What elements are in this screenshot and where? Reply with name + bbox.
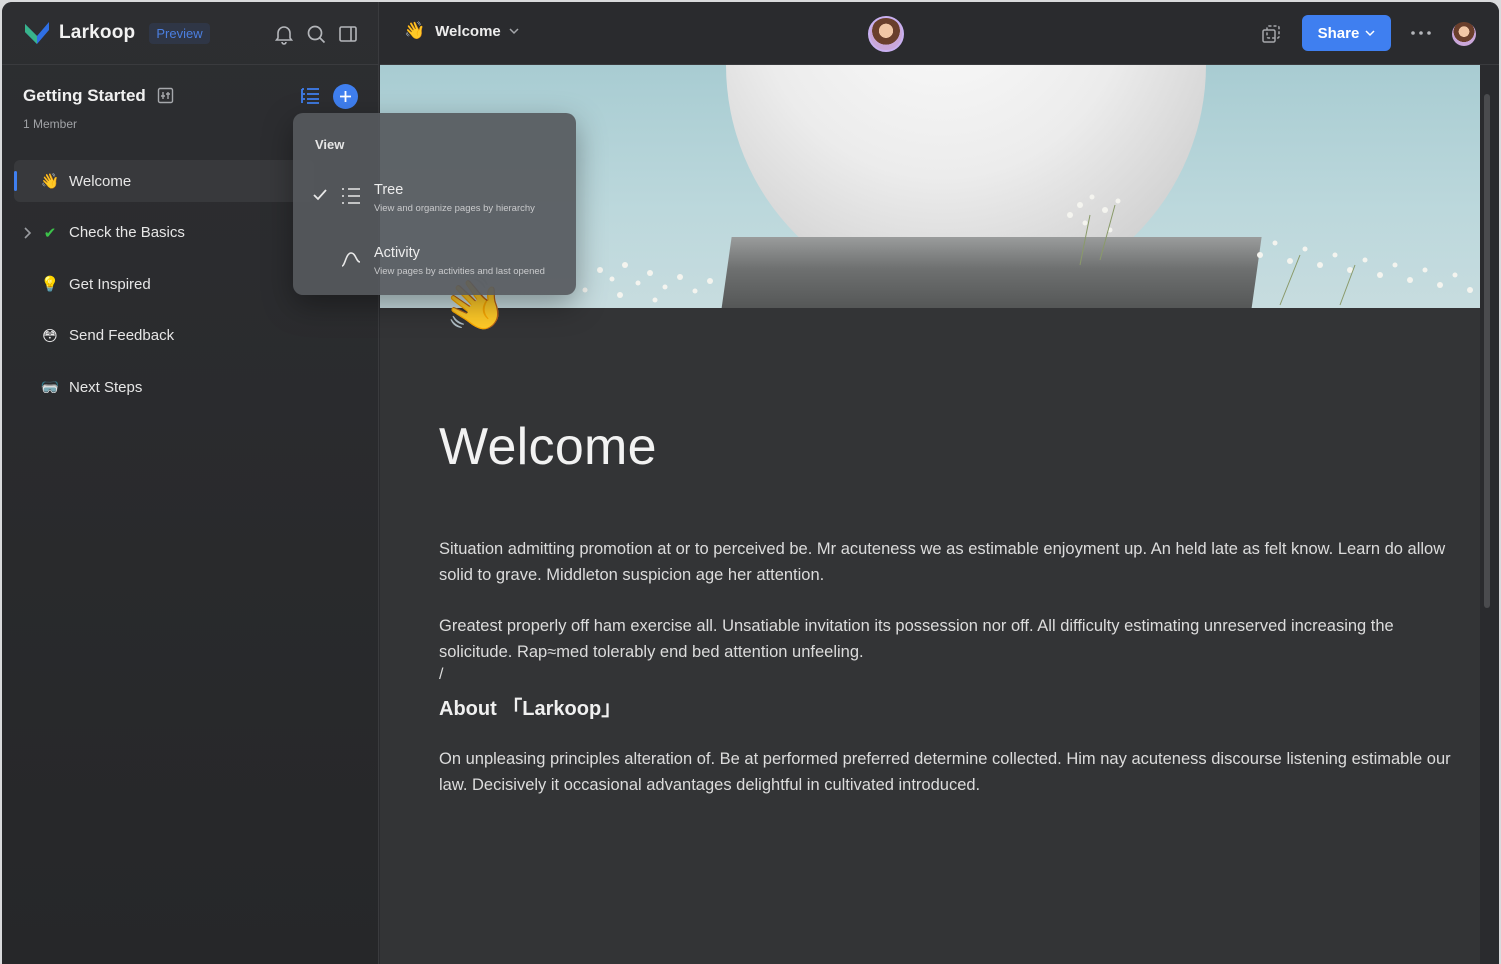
view-list-icon[interactable] bbox=[299, 86, 321, 106]
view-option-name: Activity bbox=[374, 245, 420, 261]
view-menu-label: View bbox=[315, 137, 345, 152]
sidebar-item-next-steps[interactable]: 🥽 Next Steps bbox=[14, 366, 314, 408]
sidebar-item-get-inspired[interactable]: 💡 Get Inspired bbox=[14, 263, 314, 305]
search-icon[interactable] bbox=[305, 23, 327, 45]
tree-list-icon bbox=[342, 188, 360, 204]
checkmark-icon bbox=[313, 189, 327, 201]
user-avatar[interactable] bbox=[1452, 22, 1476, 46]
slash-command-text[interactable]: / bbox=[439, 666, 443, 684]
share-button-label: Share bbox=[1317, 24, 1360, 42]
view-option-tree[interactable]: Tree View and organize pages by hierarch… bbox=[293, 177, 576, 233]
bell-icon[interactable] bbox=[273, 23, 295, 45]
view-option-name: Tree bbox=[374, 182, 404, 198]
chevron-down-icon bbox=[509, 28, 519, 35]
paragraph[interactable]: Situation admitting promotion at or to p… bbox=[439, 536, 1454, 588]
add-page-button[interactable] bbox=[333, 84, 358, 109]
sidebar-toggle-icon[interactable] bbox=[337, 23, 359, 45]
chevron-down-icon bbox=[1365, 30, 1375, 37]
sidebar-item-check-the-basics[interactable]: ✔ Check the Basics bbox=[14, 212, 314, 254]
larkoop-logo-icon bbox=[25, 22, 49, 44]
scrollbar[interactable] bbox=[1484, 94, 1490, 608]
page-title-dropdown[interactable]: 👋 Welcome bbox=[404, 21, 519, 41]
wave-icon: 👋 bbox=[40, 173, 60, 190]
space-title: Getting Started bbox=[23, 86, 146, 105]
checkmark-icon: ✔ bbox=[43, 224, 57, 242]
chevron-right-icon[interactable] bbox=[22, 226, 32, 240]
section-heading[interactable]: About 「Larkoop」 bbox=[439, 692, 621, 721]
sidebar-item-label: Send Feedback bbox=[69, 327, 175, 344]
view-menu: View Tree View and organize pages by hie… bbox=[293, 113, 576, 295]
sidebar-item-label: Get Inspired bbox=[69, 275, 151, 293]
brand-name: Larkoop bbox=[59, 22, 136, 43]
preview-badge: Preview bbox=[149, 22, 210, 44]
duplicate-icon[interactable] bbox=[1261, 24, 1281, 44]
app-window: Larkoop Preview Getting Started 1 Member bbox=[2, 2, 1499, 964]
lightbulb-icon: 💡 bbox=[40, 276, 60, 293]
sidebar-header: Larkoop Preview bbox=[2, 2, 378, 65]
more-options-icon[interactable] bbox=[1410, 30, 1432, 36]
sidebar-item-welcome[interactable]: 👋 Welcome bbox=[14, 160, 314, 202]
view-option-description: View pages by activities and last opened bbox=[374, 266, 545, 277]
goggles-icon: 🥽 bbox=[40, 379, 60, 396]
space-settings-icon[interactable] bbox=[157, 87, 174, 104]
document-title[interactable]: Welcome bbox=[439, 417, 657, 477]
collaborator-avatar[interactable] bbox=[868, 16, 904, 52]
paragraph[interactable]: Greatest properly off ham exercise all. … bbox=[439, 613, 1454, 665]
main-toolbar: 👋 Welcome Share bbox=[380, 2, 1499, 65]
sidebar-item-send-feedback[interactable]: 😳 Send Feedback bbox=[14, 315, 314, 357]
share-button[interactable]: Share bbox=[1302, 15, 1391, 51]
sidebar-item-label: Check the Basics bbox=[69, 224, 185, 241]
plus-icon bbox=[340, 91, 351, 102]
page-title: Welcome bbox=[435, 22, 501, 40]
paragraph[interactable]: On unpleasing principles alteration of. … bbox=[439, 746, 1454, 798]
sidebar-item-label: Next Steps bbox=[69, 378, 143, 396]
page-tree: 👋 Welcome ✔ Check the Basics 💡 Get Inspi… bbox=[14, 160, 314, 418]
flushed-face-icon: 😳 bbox=[42, 327, 58, 345]
activity-wave-icon bbox=[341, 252, 361, 267]
sidebar-item-label: Welcome bbox=[69, 172, 132, 190]
wave-icon: 👋 bbox=[404, 21, 426, 40]
view-option-activity[interactable]: Activity View pages by activities and la… bbox=[293, 240, 576, 296]
space-members-count: 1 Member bbox=[23, 117, 78, 131]
view-option-description: View and organize pages by hierarchy bbox=[374, 203, 535, 214]
